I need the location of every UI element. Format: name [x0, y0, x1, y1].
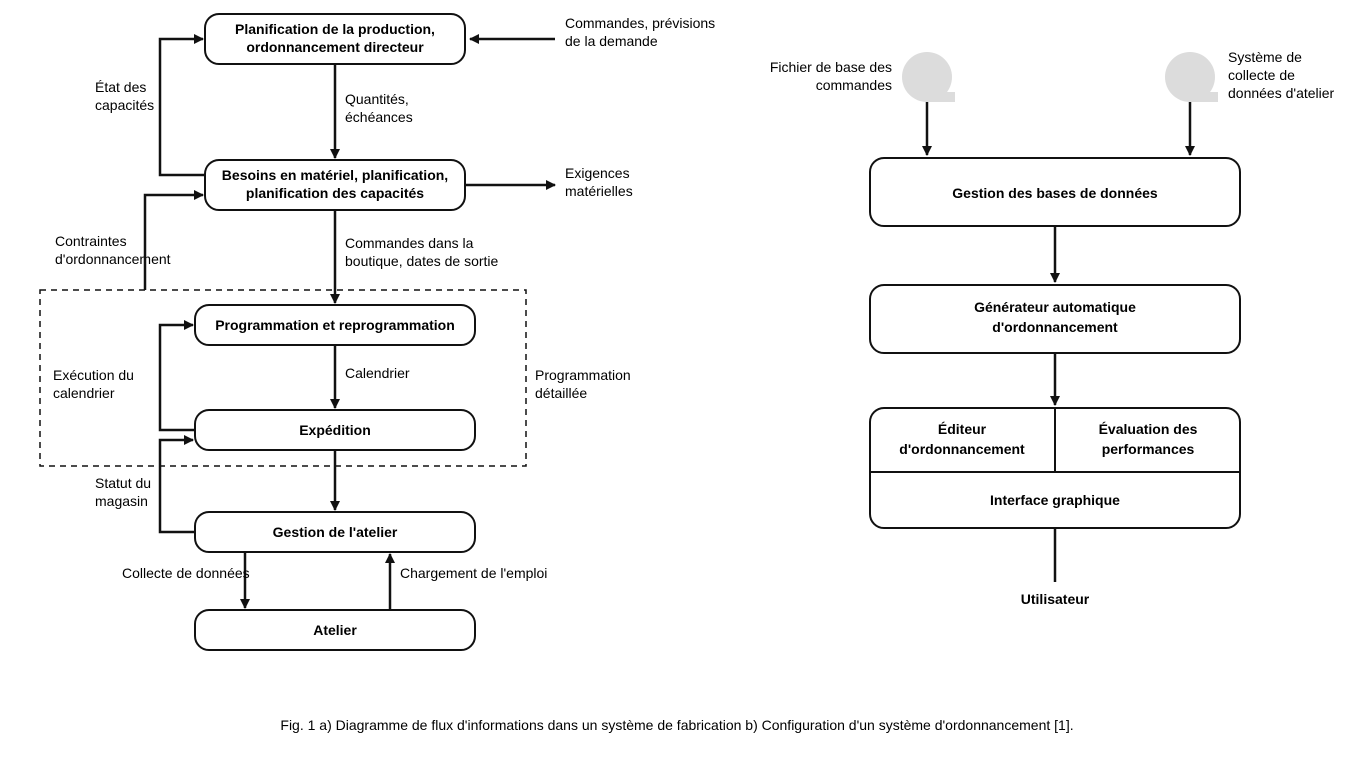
svg-text:Collecte de données: Collecte de données: [122, 565, 250, 581]
svg-text:Gestion des bases de données: Gestion des bases de données: [952, 185, 1158, 201]
l-systeme-1: Système de: [1228, 49, 1302, 65]
svg-text:matérielles: matérielles: [565, 183, 633, 199]
figure-caption: Fig. 1 a) Diagramme de flux d'informatio…: [280, 717, 1073, 733]
svg-text:échéances: échéances: [345, 109, 413, 125]
svg-text:Programmation et reprogrammati: Programmation et reprogrammation: [215, 317, 455, 333]
svg-text:Éditeur: Éditeur: [938, 421, 987, 437]
caption-text: Fig. 1 a) Diagramme de flux d'informatio…: [280, 717, 1073, 733]
user-label: Utilisateur: [1021, 591, 1090, 607]
svg-text:Commandes, prévisions: Commandes, prévisions: [565, 15, 715, 31]
svg-text:Chargement de l'emploi: Chargement de l'emploi: [400, 565, 547, 581]
svg-text:de la demande: de la demande: [565, 33, 658, 49]
svg-text:ordonnancement directeur: ordonnancement directeur: [246, 39, 424, 55]
svg-text:commandes: commandes: [816, 77, 892, 93]
l-quant-2: échéances: [345, 109, 413, 125]
svg-text:Statut du: Statut du: [95, 475, 151, 491]
svg-text:boutique, dates de sortie: boutique, dates de sortie: [345, 253, 499, 269]
svg-text:capacités: capacités: [95, 97, 154, 113]
svg-text:d'ordonnancement: d'ordonnancement: [55, 251, 171, 267]
r2-line1: Générateur automatique: [974, 299, 1136, 315]
l-prog-1: Programmation: [535, 367, 631, 383]
svg-text:calendrier: calendrier: [53, 385, 115, 401]
r3b-line2: performances: [1102, 441, 1195, 457]
svg-text:Contraintes: Contraintes: [55, 233, 127, 249]
r3b-line1: Évaluation des: [1099, 421, 1198, 437]
l-exec-2: calendrier: [53, 385, 115, 401]
tape-icon-right: [1165, 52, 1218, 102]
arrow-statut: [160, 440, 195, 532]
l-exig-1: Exigences: [565, 165, 630, 181]
l-etat-2: capacités: [95, 97, 154, 113]
l-collecte: Collecte de données: [122, 565, 250, 581]
svg-text:collecte de: collecte de: [1228, 67, 1295, 83]
svg-text:d'ordonnancement: d'ordonnancement: [992, 319, 1118, 335]
svg-text:Besoins en matériel, planifica: Besoins en matériel, planification,: [222, 167, 448, 183]
arrow-exec: [160, 325, 195, 430]
svg-text:planification des capacités: planification des capacités: [246, 185, 424, 201]
arrow-etat: [160, 39, 205, 175]
n2-line2: planification des capacités: [246, 185, 424, 201]
l-commandes-2: de la demande: [565, 33, 658, 49]
l-prog-2: détaillée: [535, 385, 587, 401]
svg-text:détaillée: détaillée: [535, 385, 587, 401]
n2-line1: Besoins en matériel, planification,: [222, 167, 448, 183]
n4-line1: Expédition: [299, 422, 371, 438]
r2-line2: d'ordonnancement: [992, 319, 1118, 335]
r3c-line1: Interface graphique: [990, 492, 1120, 508]
n3-line1: Programmation et reprogrammation: [215, 317, 455, 333]
svg-text:Calendrier: Calendrier: [345, 365, 410, 381]
svg-text:Expédition: Expédition: [299, 422, 371, 438]
svg-text:d'ordonnancement: d'ordonnancement: [899, 441, 1025, 457]
svg-text:Utilisateur: Utilisateur: [1021, 591, 1090, 607]
svg-text:Programmation: Programmation: [535, 367, 631, 383]
n5-line1: Gestion de l'atelier: [273, 524, 398, 540]
svg-text:Quantités,: Quantités,: [345, 91, 409, 107]
n6-line1: Atelier: [313, 622, 357, 638]
svg-text:Évaluation des: Évaluation des: [1099, 421, 1198, 437]
svg-text:Gestion de l'atelier: Gestion de l'atelier: [273, 524, 398, 540]
l-cal: Calendrier: [345, 365, 410, 381]
tape-icon-left: [902, 52, 955, 102]
l-quant-1: Quantités,: [345, 91, 409, 107]
l-fichier-2: commandes: [816, 77, 892, 93]
svg-text:Exigences: Exigences: [565, 165, 630, 181]
l-boutique-1: Commandes dans la: [345, 235, 474, 251]
n1-line1: Planification de la production,: [235, 21, 435, 37]
svg-text:État des: État des: [95, 79, 146, 95]
l-exec-1: Exécution du: [53, 367, 134, 383]
svg-text:Générateur automatique: Générateur automatique: [974, 299, 1136, 315]
svg-text:Système de: Système de: [1228, 49, 1302, 65]
svg-text:données d'atelier: données d'atelier: [1228, 85, 1335, 101]
r3a-line2: d'ordonnancement: [899, 441, 1025, 457]
l-contraintes-2: d'ordonnancement: [55, 251, 171, 267]
l-systeme-2: collecte de: [1228, 67, 1295, 83]
svg-text:Fichier de base des: Fichier de base des: [770, 59, 892, 75]
l-systeme-3: données d'atelier: [1228, 85, 1335, 101]
l-boutique-2: boutique, dates de sortie: [345, 253, 499, 269]
svg-text:magasin: magasin: [95, 493, 148, 509]
svg-text:Planification de la production: Planification de la production,: [235, 21, 435, 37]
l-statut-1: Statut du: [95, 475, 151, 491]
l-charge: Chargement de l'emploi: [400, 565, 547, 581]
l-etat-1: État des: [95, 79, 146, 95]
diagram-svg: Planification de la production, ordonnan…: [0, 0, 1354, 761]
arrow-contraintes: [145, 195, 203, 290]
l-fichier-1: Fichier de base des: [770, 59, 892, 75]
n1-line2: ordonnancement directeur: [246, 39, 424, 55]
r1-line1: Gestion des bases de données: [952, 185, 1158, 201]
svg-text:Exécution du: Exécution du: [53, 367, 134, 383]
svg-text:Interface graphique: Interface graphique: [990, 492, 1120, 508]
l-statut-2: magasin: [95, 493, 148, 509]
svg-text:performances: performances: [1102, 441, 1195, 457]
svg-text:Atelier: Atelier: [313, 622, 357, 638]
l-contraintes-1: Contraintes: [55, 233, 127, 249]
r3a-line1: Éditeur: [938, 421, 987, 437]
l-exig-2: matérielles: [565, 183, 633, 199]
svg-text:Commandes dans la: Commandes dans la: [345, 235, 474, 251]
l-commandes-1: Commandes, prévisions: [565, 15, 715, 31]
